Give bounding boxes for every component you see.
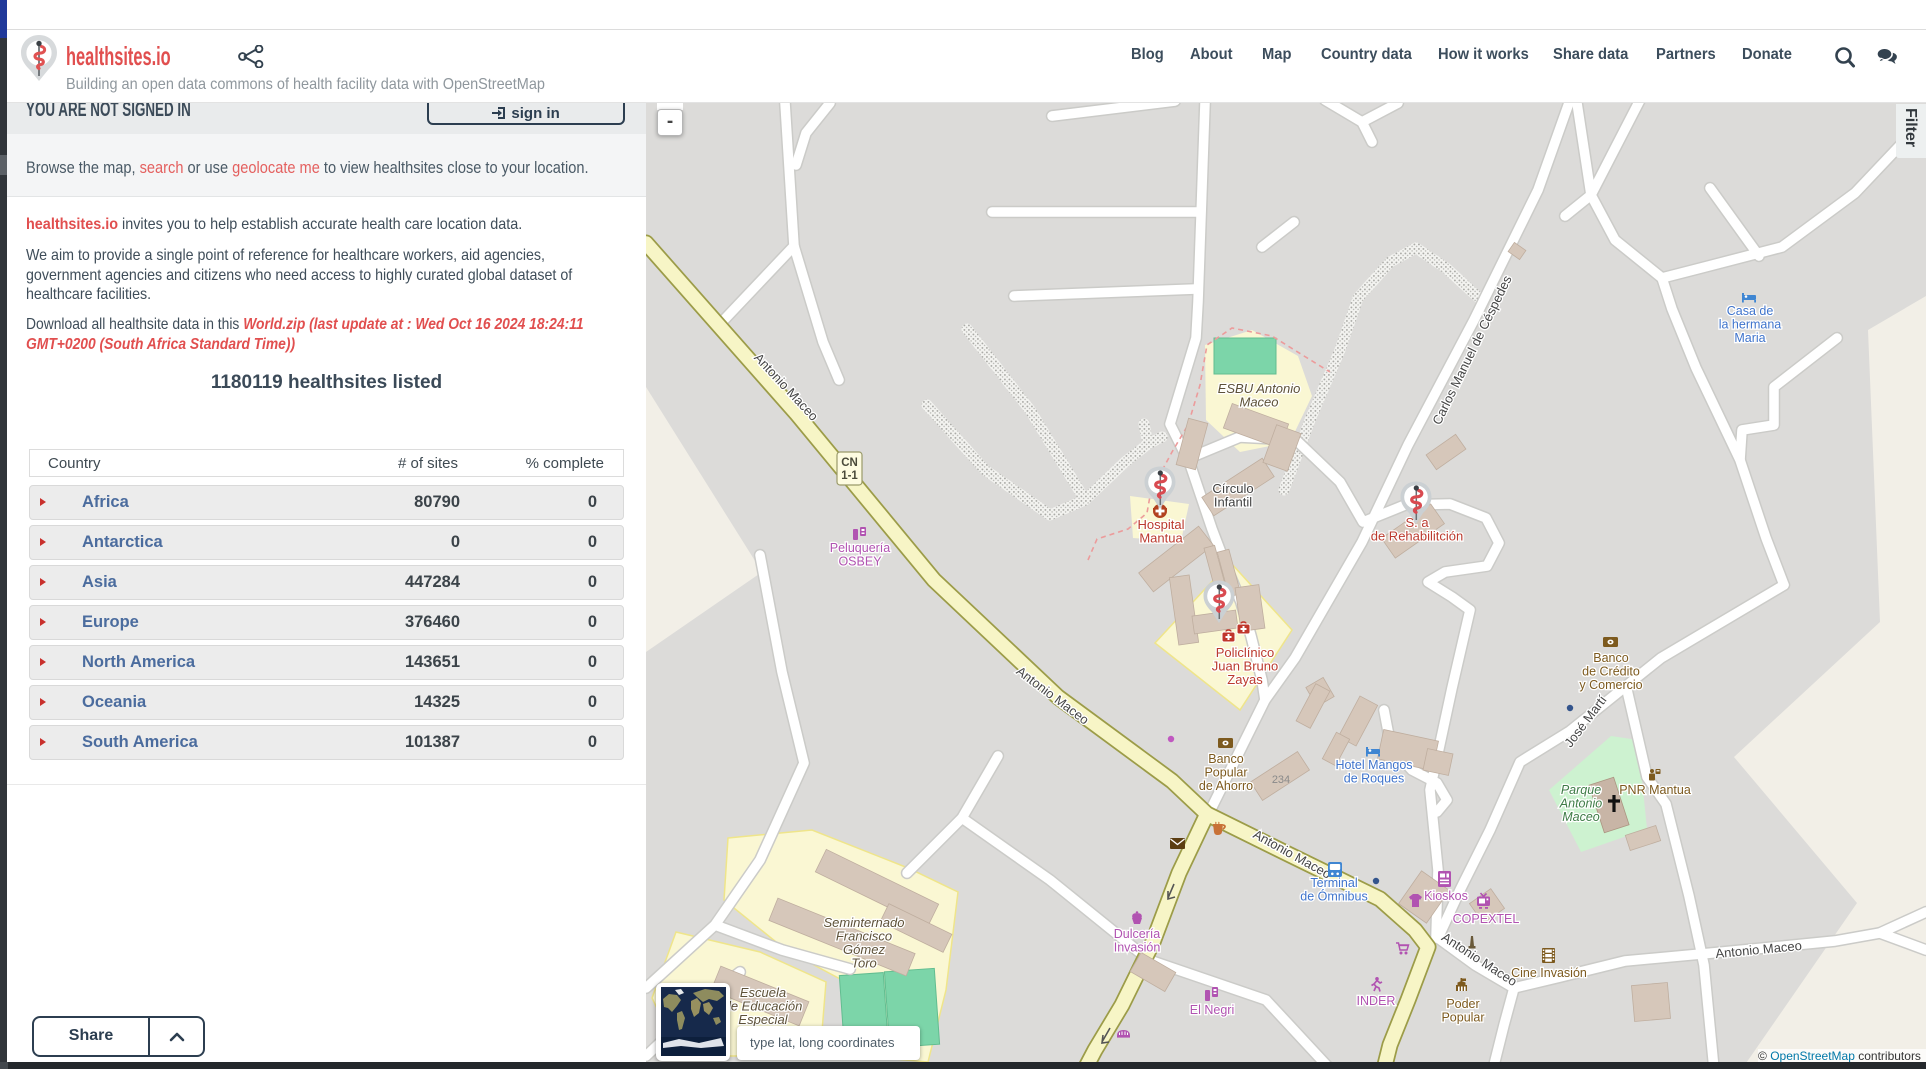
svg-text:Parque: Parque xyxy=(1561,783,1601,797)
svg-text:Popular: Popular xyxy=(1204,766,1247,780)
svg-text:Peluquería: Peluquería xyxy=(830,541,891,555)
svg-text:de Rehabilitción: de Rehabilitción xyxy=(1371,529,1464,544)
svg-text:INDER: INDER xyxy=(1357,994,1396,1008)
svg-text:Hotel Mangos: Hotel Mangos xyxy=(1335,758,1412,772)
svg-text:PNR Mantua: PNR Mantua xyxy=(1619,783,1691,797)
svg-text:Banco: Banco xyxy=(1593,651,1628,665)
svg-text:234: 234 xyxy=(1272,774,1290,786)
svg-text:Toro: Toro xyxy=(851,956,877,971)
svg-text:1-1: 1-1 xyxy=(841,470,858,482)
svg-text:Terminal: Terminal xyxy=(1310,876,1357,890)
svg-text:Poder: Poder xyxy=(1446,997,1479,1011)
svg-text:Maria: Maria xyxy=(1734,331,1765,345)
svg-text:CN: CN xyxy=(841,457,858,469)
svg-text:Infantil: Infantil xyxy=(1214,495,1252,510)
svg-text:Invasión: Invasión xyxy=(1114,941,1161,955)
svg-text:OSBEY: OSBEY xyxy=(838,555,882,569)
svg-text:Antonio: Antonio xyxy=(1559,797,1602,811)
svg-text:Especial: Especial xyxy=(738,1012,788,1027)
svg-text:Maceo: Maceo xyxy=(1239,395,1278,410)
svg-text:COPEXTEL: COPEXTEL xyxy=(1453,912,1520,926)
svg-text:de Crédito: de Crédito xyxy=(1582,665,1640,679)
svg-text:la hermana: la hermana xyxy=(1719,318,1782,332)
svg-text:Popular: Popular xyxy=(1441,1011,1484,1025)
svg-text:de Ómnibus: de Ómnibus xyxy=(1300,889,1367,904)
svg-text:de Ahorro: de Ahorro xyxy=(1199,779,1253,793)
svg-text:Kioskos: Kioskos xyxy=(1424,889,1468,903)
svg-text:Mantua: Mantua xyxy=(1139,531,1183,546)
svg-text:El Negri: El Negri xyxy=(1190,1003,1234,1017)
svg-text:de Roques: de Roques xyxy=(1344,772,1404,786)
svg-text:Maceo: Maceo xyxy=(1562,810,1600,824)
svg-text:Banco: Banco xyxy=(1208,752,1243,766)
svg-text:Cine Invasión: Cine Invasión xyxy=(1511,966,1587,980)
svg-text:y Comercio: y Comercio xyxy=(1579,678,1642,692)
svg-text:Dulcería: Dulcería xyxy=(1114,927,1161,941)
svg-text:Casa de: Casa de xyxy=(1727,304,1774,318)
svg-text:Zayas: Zayas xyxy=(1227,672,1263,687)
